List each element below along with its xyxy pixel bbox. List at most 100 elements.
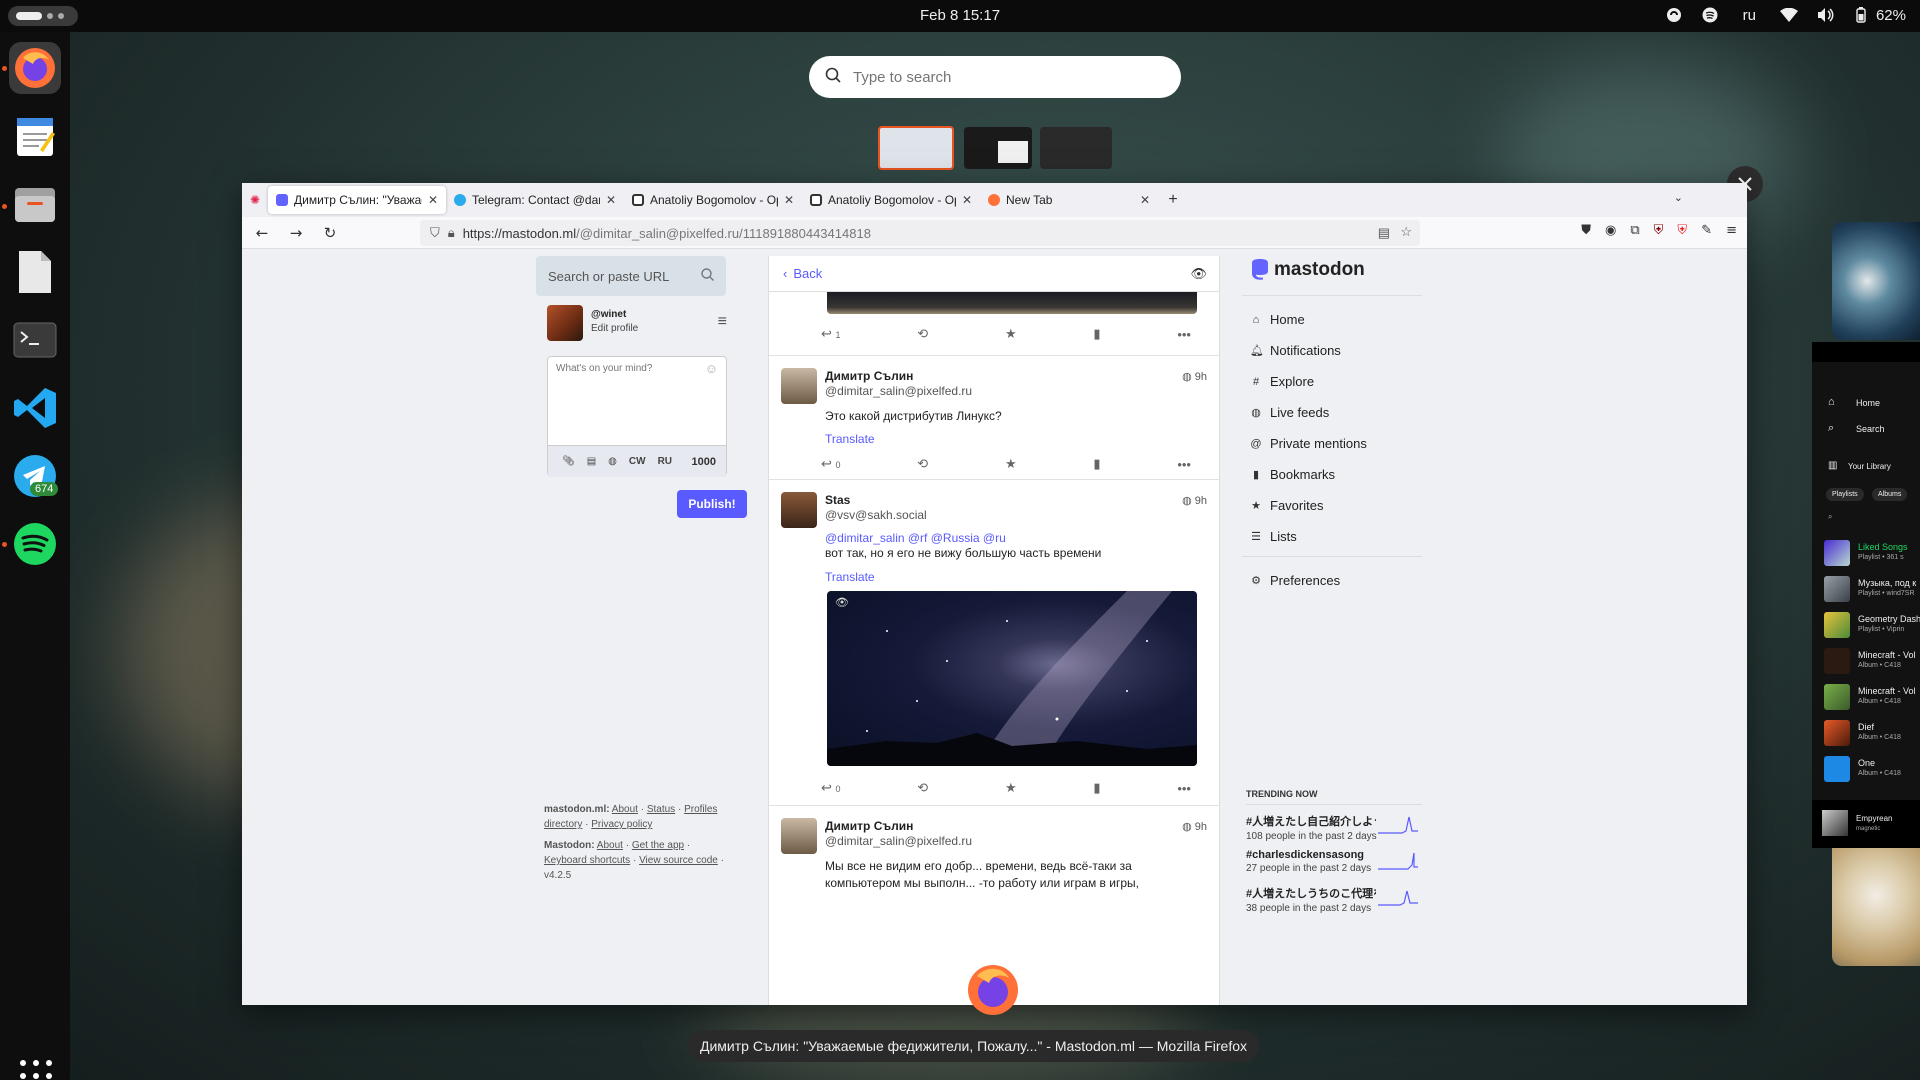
document-viewer-dock-icon[interactable] (9, 246, 61, 298)
nav-explore[interactable]: # Explore (1250, 374, 1314, 389)
list-all-tabs-chevron-down-icon[interactable]: ⌄ (1674, 191, 1683, 204)
mastodon-about-link[interactable]: About (597, 840, 623, 851)
nav-lists[interactable]: ☰ Lists (1250, 529, 1297, 544)
mastodon-search-input[interactable]: Search or paste URL (536, 256, 726, 296)
firefox-window[interactable]: ✺ Димитр Сълин: "Уважаемые ✕ Telegram: C… (242, 183, 1747, 1005)
trending-item[interactable]: #人増えたし自己紹介しようぜ 108 people in the past 2 … (1246, 813, 1422, 842)
tracking-shield-icon[interactable]: ⛉ (430, 225, 440, 241)
globe-visibility-icon[interactable]: ◍ (608, 456, 617, 467)
chip-albums[interactable]: Albums (1872, 488, 1908, 501)
bookmark-icon[interactable]: ▮ (1093, 326, 1100, 342)
nav-home[interactable]: ⌂ Home (1250, 312, 1305, 327)
battery-icon[interactable] (1852, 6, 1870, 24)
spotify-dock-icon[interactable] (9, 518, 61, 570)
text-editor-dock-icon[interactable] (9, 110, 61, 162)
sync-icon[interactable] (1665, 6, 1683, 24)
more-options-icon[interactable]: ••• (1177, 327, 1191, 342)
content-warning-button[interactable]: CW (629, 456, 646, 467)
firefox-view-icon[interactable]: ✺ (242, 193, 268, 207)
volume-icon[interactable] (1816, 6, 1834, 24)
hamburger-menu-icon[interactable]: ≡ (718, 313, 727, 331)
about-link[interactable]: About (612, 804, 638, 815)
trending-item[interactable]: #charlesdickensasong 27 people in the pa… (1246, 849, 1422, 874)
workspace-thumbnail-1[interactable] (878, 126, 954, 170)
edit-profile-link[interactable]: Edit profile (591, 323, 638, 334)
now-playing-bar[interactable]: Empyrean magnetic (1812, 800, 1920, 848)
your-library[interactable]: Your Library (1848, 462, 1891, 471)
compose-textarea[interactable] (548, 357, 726, 443)
library-item[interactable]: Liked Songs Playlist • 361 s (1824, 540, 1920, 568)
status-author-name[interactable]: Димитр Сълин (825, 369, 913, 383)
more-options-icon[interactable]: ••• (1177, 781, 1191, 796)
tab-bogomolov-2[interactable]: Anatoliy Bogomolov - Op ✕ (802, 186, 980, 214)
avatar[interactable] (547, 305, 583, 341)
spotify-tray-icon[interactable] (1701, 6, 1719, 24)
nav-preferences[interactable]: ⚙ Preferences (1250, 573, 1340, 588)
forward-arrow-icon[interactable]: → (286, 224, 306, 242)
spotify-home[interactable]: Home (1856, 398, 1880, 408)
library-item[interactable]: Minecraft - Vol Album • C418 (1824, 684, 1920, 712)
attach-media-icon[interactable]: 📎︎ (562, 456, 575, 467)
tab-close-icon[interactable]: ✕ (606, 193, 616, 207)
url-bar[interactable]: ⛉ 🔒︎ https://mastodon.ml/@dimitar_salin@… (420, 220, 1420, 246)
files-dock-icon[interactable] (9, 178, 61, 230)
account-icon[interactable]: ◉ (1605, 223, 1616, 238)
status-author-name[interactable]: Димитр Сълин (825, 819, 913, 833)
spotify-search[interactable]: Search (1856, 424, 1885, 434)
tab-new-tab[interactable]: New Tab ✕ (980, 186, 1158, 214)
boost-icon[interactable]: ⟲ (917, 780, 928, 796)
app-menu-icon[interactable]: ≡ (1726, 223, 1737, 238)
terminal-dock-icon[interactable] (9, 314, 61, 366)
nav-notifications[interactable]: 🔔︎ Notifications (1250, 343, 1341, 358)
favorite-star-icon[interactable]: ★ (1005, 326, 1017, 342)
back-arrow-icon[interactable]: ← (252, 224, 272, 242)
status-author-acct[interactable]: @vsv@sakh.social (825, 508, 927, 522)
wallpaper-window-thumbnail[interactable] (1832, 222, 1920, 340)
avatar[interactable] (781, 818, 817, 854)
boost-icon[interactable]: ⟲ (917, 326, 928, 342)
ublock-icon[interactable]: ⛨ (1654, 223, 1664, 238)
nav-favorites[interactable]: ★ Favorites (1250, 498, 1323, 513)
back-button[interactable]: ‹ Back (783, 266, 822, 281)
status-item[interactable]: Stas @vsv@sakh.social ◍ 9h @dimitar_sali… (769, 479, 1219, 805)
workspace-thumbnail-3[interactable] (1040, 127, 1112, 169)
reload-icon[interactable]: ↻ (320, 224, 340, 242)
tab-bogomolov-1[interactable]: Anatoliy Bogomolov - Op ✕ (624, 186, 802, 214)
tab-mastodon[interactable]: Димитр Сълин: "Уважаемые ✕ (268, 186, 446, 214)
new-tab-plus-icon[interactable]: + (1158, 191, 1188, 209)
system-tray[interactable]: ru 62% (1665, 6, 1906, 24)
library-item[interactable]: Geometry Dash Playlist • Viprin (1824, 612, 1920, 640)
tab-close-icon[interactable]: ✕ (428, 193, 438, 207)
library-search-icon[interactable]: ⌕ (1828, 512, 1832, 522)
view-source-link[interactable]: View source code (639, 855, 718, 866)
wifi-icon[interactable] (1779, 6, 1798, 24)
reply-button[interactable]: ↩︎ 0 (821, 456, 841, 472)
status-time[interactable]: ◍ 9h (1182, 494, 1207, 507)
reply-button[interactable]: ↩︎ 0 (821, 780, 841, 796)
translate-link[interactable]: Translate (825, 570, 875, 584)
status-time[interactable]: ◍ 9h (1182, 820, 1207, 833)
publish-button[interactable]: Publish! (677, 490, 747, 518)
workspace-thumbnail-2[interactable] (964, 127, 1032, 169)
eye-icon[interactable]: 👁︎ (1190, 266, 1207, 282)
status-image[interactable] (827, 292, 1197, 314)
bookmark-icon[interactable]: ▮ (1093, 780, 1100, 796)
library-item[interactable]: Dief Album • C418 (1824, 720, 1920, 748)
spotify-search-icon[interactable]: ⌕ (1828, 422, 1834, 435)
reply-button[interactable]: ↩︎ 1 (821, 326, 841, 342)
clock[interactable]: Feb 8 15:17 (0, 7, 1920, 24)
overview-search-input[interactable] (853, 68, 1153, 86)
reader-mode-icon[interactable]: ▤ (1378, 225, 1390, 241)
nav-live-feeds[interactable]: ◍ Live feeds (1250, 405, 1329, 420)
status-image[interactable]: 👁︎ (827, 591, 1197, 766)
status-author-acct[interactable]: @dimitar_salin@pixelfed.ru (825, 834, 972, 848)
avatar[interactable] (781, 492, 817, 528)
tab-telegram[interactable]: Telegram: Contact @dani ✕ (446, 186, 624, 214)
wallpaper-window-thumbnail[interactable] (1832, 848, 1920, 966)
avatar[interactable] (781, 368, 817, 404)
firefox-dock-icon[interactable] (9, 42, 61, 94)
spotify-home-icon[interactable]: ⌂ (1828, 396, 1835, 408)
get-the-app-link[interactable]: Get the app (632, 840, 684, 851)
status-author-name[interactable]: Stas (825, 493, 850, 507)
library-item[interactable]: One Album • C418 (1824, 756, 1920, 784)
